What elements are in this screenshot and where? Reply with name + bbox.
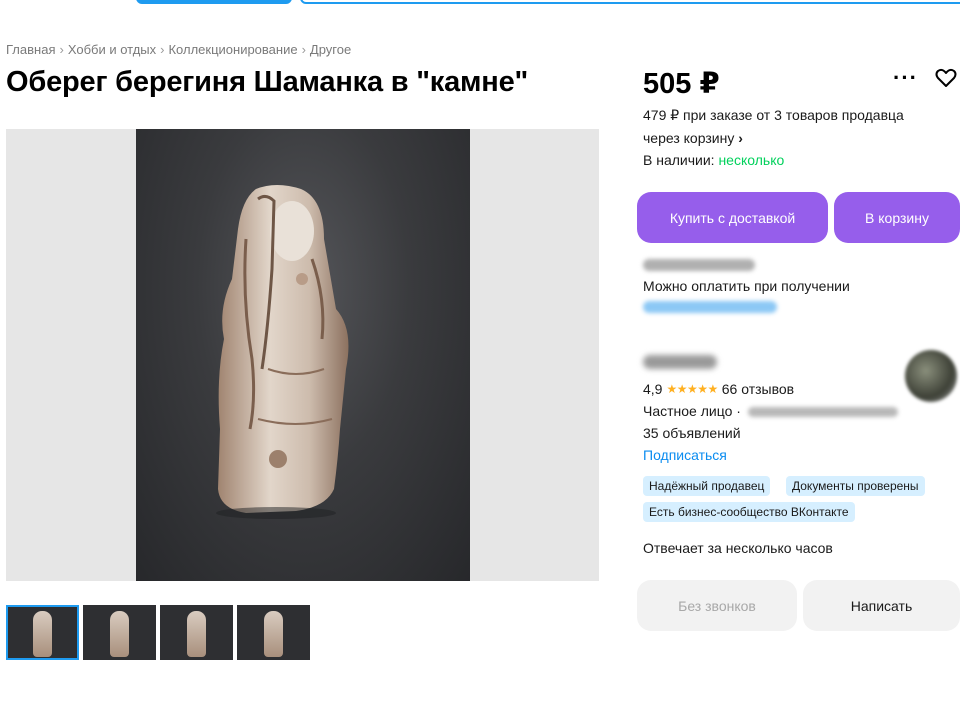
availability-value: несколько [718, 152, 785, 168]
buy-with-delivery-button[interactable]: Купить с доставкой [637, 192, 828, 243]
badge-vk-community: Есть бизнес-сообщество ВКонтакте [643, 502, 855, 522]
thumbnail-figure [33, 611, 52, 657]
thumbnail-strip [6, 605, 310, 660]
badge-documents-verified: Документы проверены [786, 476, 925, 496]
thumbnail-2[interactable] [83, 605, 156, 660]
delivery-link-blurred[interactable] [643, 301, 777, 313]
heart-icon[interactable] [935, 68, 957, 93]
badge-reliable-seller: Надёжный продавец [643, 476, 771, 496]
thumbnail-4[interactable] [237, 605, 310, 660]
seller-type-text: Частное лицо · [643, 403, 741, 419]
breadcrumb-separator: › [301, 42, 306, 57]
listing-title: Оберег берегиня Шаманка в "камне" [6, 66, 529, 98]
bulk-price-text: 479 ₽ при заказе от 3 товаров продавца ч… [643, 107, 904, 146]
breadcrumb-home[interactable]: Главная [6, 42, 55, 57]
top-menu-button[interactable] [136, 0, 292, 4]
availability-label: В наличии: [643, 152, 715, 168]
subscribe-link[interactable]: Подписаться [643, 447, 727, 463]
seller-since-blurred [748, 407, 898, 417]
thumbnail-figure [187, 611, 206, 657]
no-calls-button[interactable]: Без звонков [637, 580, 797, 631]
write-message-button[interactable]: Написать [803, 580, 960, 631]
seller-rating: 4,9 ★★★★★ 66 отзывов [643, 381, 794, 397]
delivery-info-blurred [643, 259, 755, 271]
thumbnail-figure [110, 611, 129, 657]
add-to-cart-button[interactable]: В корзину [834, 192, 960, 243]
thumbnail-3[interactable] [160, 605, 233, 660]
main-photo[interactable] [6, 129, 599, 581]
thumbnail-figure [264, 611, 283, 657]
breadcrumb-separator: › [160, 42, 165, 57]
breadcrumb-separator: › [59, 42, 64, 57]
price: 505 ₽ [643, 68, 720, 100]
thumbnail-1[interactable] [6, 605, 79, 660]
availability: В наличии: несколько [643, 152, 784, 168]
top-search-input[interactable] [300, 0, 960, 4]
response-time: Отвечает за несколько часов [643, 540, 833, 556]
seller-name-blurred[interactable] [643, 355, 717, 369]
chevron-right-icon: › [738, 130, 743, 146]
seller-avatar[interactable] [905, 350, 957, 402]
bulk-price-link[interactable]: 479 ₽ при заказе от 3 товаров продавца ч… [643, 104, 943, 150]
breadcrumb: Главная › Хобби и отдых › Коллекциониров… [6, 42, 351, 57]
seller-ads-count: 35 объявлений [643, 425, 741, 441]
rating-value: 4,9 [643, 381, 663, 397]
breadcrumb-collecting[interactable]: Коллекционирование [168, 42, 297, 57]
seller-type: Частное лицо · [643, 403, 741, 419]
star-rating-icon: ★★★★★ [666, 382, 718, 396]
reviews-link[interactable]: 66 отзывов [722, 381, 794, 397]
pay-on-delivery-note: Можно оплатить при получении [643, 278, 850, 294]
more-dots-icon[interactable]: ··· [893, 67, 918, 89]
breadcrumb-hobby[interactable]: Хобби и отдых [68, 42, 156, 57]
figurine-image [216, 185, 349, 519]
breadcrumb-other[interactable]: Другое [310, 42, 351, 57]
